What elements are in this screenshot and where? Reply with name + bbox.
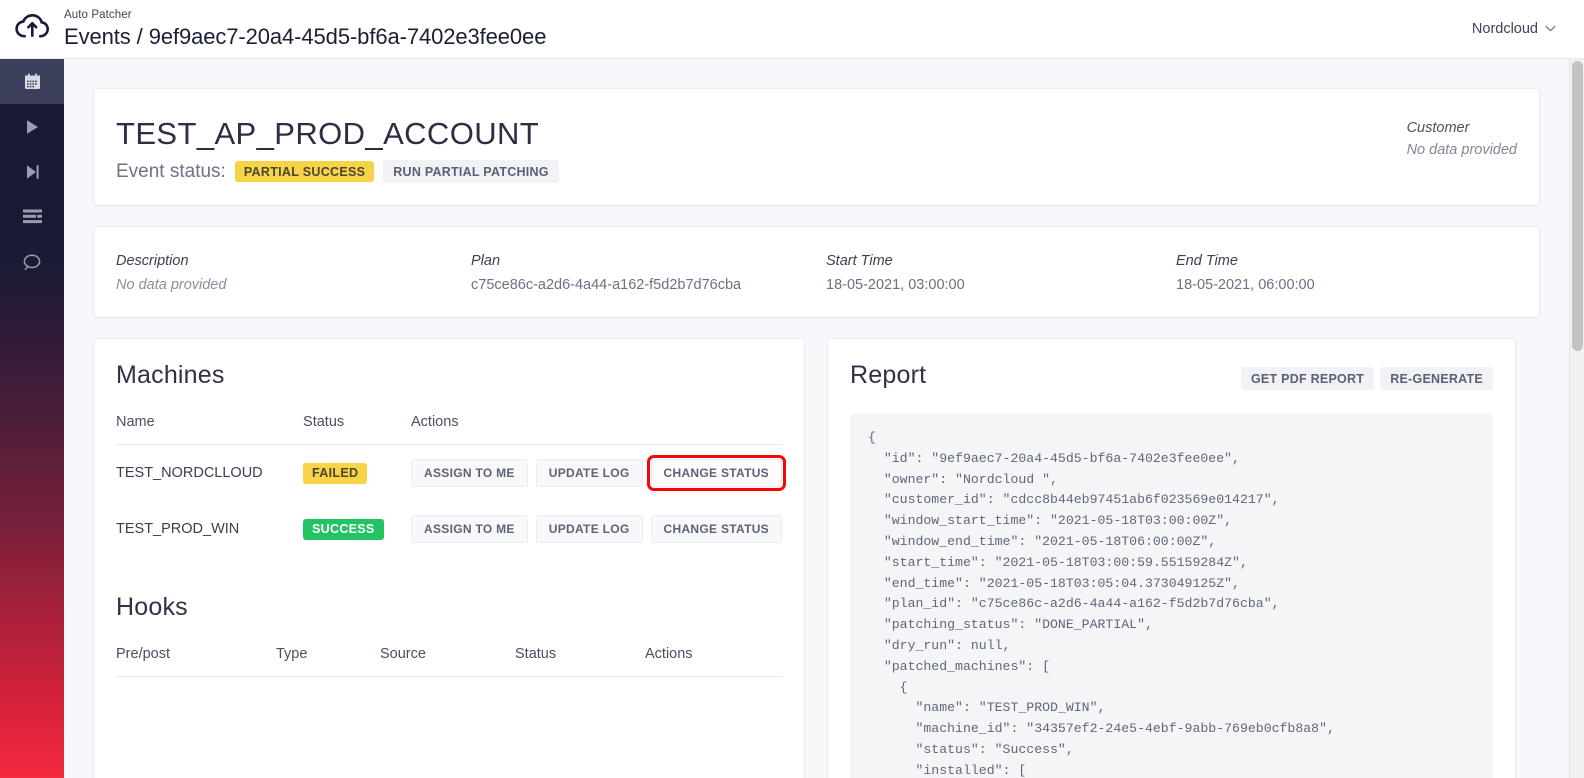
assign-to-me-button[interactable]: ASSIGN TO ME [411, 515, 528, 543]
machines-title: Machines [116, 361, 225, 389]
customer-value: No data provided [1406, 142, 1517, 158]
update-log-button[interactable]: UPDATE LOG [535, 459, 643, 487]
sidebar-item-play[interactable] [0, 104, 64, 149]
comment-icon [23, 254, 42, 270]
hooks-title: Hooks [116, 593, 188, 621]
machine-actions-cell: ASSIGN TO ME UPDATE LOG CHANGE STATUS [411, 501, 782, 557]
machines-col-name: Name [116, 414, 304, 445]
skip-forward-icon [25, 164, 40, 180]
report-json-content: { "id": "9ef9aec7-20a4-45d5-bf6a-7402e3f… [850, 414, 1493, 778]
sidebar-item-logs[interactable] [0, 194, 64, 239]
event-status-label: Event status: [116, 160, 226, 182]
machines-col-actions: Actions [411, 414, 782, 445]
machines-table: Name Status Actions TEST_NORDCLLOUD FAIL… [116, 414, 787, 557]
hooks-col-prepost: Pre/post [116, 646, 276, 677]
info-end-time: End Time 18-05-2021, 06:00:00 [1176, 249, 1315, 297]
end-time-value: 18-05-2021, 06:00:00 [1176, 277, 1315, 293]
change-status-button[interactable]: CHANGE STATUS [650, 515, 782, 543]
sidebar-item-comments[interactable] [0, 239, 64, 284]
hooks-table: Pre/post Type Source Status Actions [116, 646, 782, 677]
sidebar [0, 59, 64, 778]
logo[interactable] [0, 13, 64, 45]
machine-name: TEST_PROD_WIN [116, 521, 240, 537]
logs-icon [22, 209, 42, 224]
change-status-button[interactable]: CHANGE STATUS [646, 455, 787, 491]
info-description: Description No data provided [116, 249, 471, 297]
plan-value: c75ce86c-a2d6-4a44-a162-f5d2b7d76cba [471, 277, 742, 293]
machine-actions: ASSIGN TO ME UPDATE LOG CHANGE STATUS [411, 455, 787, 491]
event-status-row: Event status: PARTIAL SUCCESS RUN PARTIA… [116, 160, 559, 183]
start-time-value: 18-05-2021, 03:00:00 [826, 277, 965, 293]
info-start-time: Start Time 18-05-2021, 03:00:00 [826, 249, 1176, 297]
machines-table-header-row: Name Status Actions [116, 414, 782, 445]
table-row: TEST_NORDCLLOUD FAILED ASSIGN TO ME UPDA… [116, 445, 787, 502]
update-log-button[interactable]: UPDATE LOG [535, 515, 643, 543]
page-scrollbar-thumb[interactable] [1572, 61, 1583, 351]
play-icon [25, 119, 40, 135]
event-title: TEST_AP_PROD_ACCOUNT [116, 116, 540, 151]
status-badge: PARTIAL SUCCESS [234, 161, 375, 182]
machine-status-cell: SUCCESS [303, 501, 411, 557]
hooks-col-actions: Actions [645, 646, 782, 677]
breadcrumb: Auto Patcher Events / 9ef9aec7-20a4-45d5… [64, 8, 546, 50]
end-time-label: End Time [1176, 253, 1238, 269]
report-title: Report [850, 361, 927, 389]
machine-actions: ASSIGN TO ME UPDATE LOG CHANGE STATUS [411, 515, 782, 543]
event-header-card: TEST_AP_PROD_ACCOUNT Event status: PARTI… [94, 89, 1539, 205]
user-menu-label: Nordcloud [1471, 21, 1538, 37]
machine-name: TEST_NORDCLLOUD [116, 465, 263, 481]
page-scrollbar[interactable] [1569, 59, 1584, 778]
top-bar: Auto Patcher Events / 9ef9aec7-20a4-45d5… [0, 0, 1584, 59]
run-partial-patching-button[interactable]: RUN PARTIAL PATCHING [383, 160, 559, 183]
sidebar-item-calendar[interactable] [0, 59, 64, 104]
report-panel: Report GET PDF REPORT RE-GENERATE { "id"… [828, 339, 1515, 778]
machine-actions-cell: ASSIGN TO ME UPDATE LOG CHANGE STATUS [411, 445, 787, 502]
plan-label: Plan [471, 253, 501, 269]
customer-label: Customer [1406, 120, 1470, 136]
chevron-down-icon [1545, 25, 1556, 35]
start-time-label: Start Time [826, 253, 893, 269]
hooks-table-header-row: Pre/post Type Source Status Actions [116, 646, 782, 677]
regenerate-report-button[interactable]: RE-GENERATE [1380, 367, 1493, 390]
cloud-logo-icon [15, 13, 50, 45]
info-plan: Plan c75ce86c-a2d6-4a44-a162-f5d2b7d76cb… [471, 249, 826, 297]
calendar-icon [24, 73, 41, 90]
breadcrumb-app-name: Auto Patcher [64, 9, 132, 21]
status-badge: SUCCESS [303, 518, 384, 540]
sidebar-item-skip-forward[interactable] [0, 149, 64, 194]
lower-columns: Machines Name Status Actions TEST_NORDCL [94, 339, 1539, 778]
page-title: Events / 9ef9aec7-20a4-45d5-bf6a-7402e3f… [64, 24, 547, 49]
event-info-card: Description No data provided Plan c75ce8… [94, 227, 1539, 317]
hooks-col-source: Source [380, 646, 515, 677]
description-label: Description [116, 253, 189, 269]
hooks-col-type: Type [276, 646, 380, 677]
machine-status-cell: FAILED [303, 445, 411, 502]
hooks-col-status: Status [515, 646, 645, 677]
assign-to-me-button[interactable]: ASSIGN TO ME [411, 459, 528, 487]
user-menu[interactable]: Nordcloud [1472, 21, 1556, 37]
machines-col-status: Status [303, 414, 412, 445]
customer-block: Customer No data provided [1407, 117, 1517, 161]
app-root: Auto Patcher Events / 9ef9aec7-20a4-45d5… [0, 0, 1584, 778]
report-header: Report GET PDF REPORT RE-GENERATE [850, 361, 1493, 390]
description-value: No data provided [116, 277, 227, 293]
main-content: TEST_AP_PROD_ACCOUNT Event status: PARTI… [64, 59, 1584, 778]
get-pdf-report-button[interactable]: GET PDF REPORT [1240, 367, 1375, 390]
machines-panel: Machines Name Status Actions TEST_NORDCL [94, 339, 804, 778]
report-buttons: GET PDF REPORT RE-GENERATE [1240, 361, 1493, 390]
table-row: TEST_PROD_WIN SUCCESS ASSIGN TO ME UPDAT… [116, 501, 782, 557]
status-badge: FAILED [303, 462, 368, 484]
